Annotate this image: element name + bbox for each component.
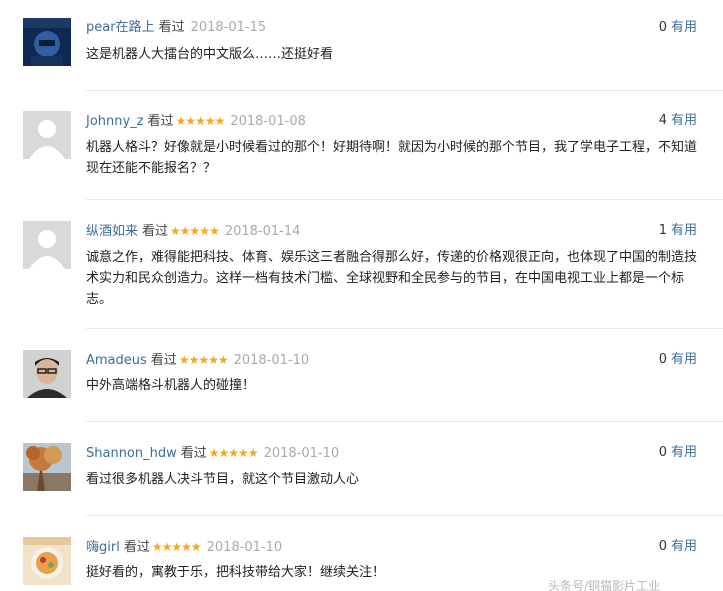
review-meta: Amadeus 看过 ★★★★★ 2018-01-10 [86, 350, 309, 370]
rating-stars: ★★★★★ [151, 540, 202, 554]
useful-button[interactable]: 有用 [671, 352, 697, 367]
useful-vote: 1 有用 [659, 221, 697, 241]
useful-count: 0 [658, 20, 667, 35]
useful-count: 1 [658, 223, 667, 238]
username-link[interactable]: 纵酒如来 [86, 224, 138, 239]
rating-stars: ★★★★★ [170, 224, 220, 238]
useful-vote: 0 有用 [659, 350, 697, 370]
divider [86, 199, 723, 200]
useful-button[interactable]: 有用 [671, 445, 697, 460]
watched-label: 看过 [142, 224, 169, 239]
useful-vote: 4 有用 [659, 111, 697, 131]
review-text: 机器人格斗？好像就是小时候看过的那个！好期待啊！就因为小时候的那个节目，我了学电… [86, 140, 698, 176]
useful-vote: 0 有用 [659, 443, 697, 463]
useful-count: 0 [658, 539, 667, 554]
avatar-image [23, 18, 71, 66]
review-date: 2018-01-10 [233, 353, 310, 368]
default-avatar-icon [23, 111, 71, 159]
watched-label: 看过 [150, 353, 177, 368]
user-avatar[interactable] [23, 443, 71, 491]
review-meta: Shannon_hdw 看过 ★★★★★ 2018-01-10 [86, 443, 339, 463]
divider [86, 421, 723, 422]
rating-stars: ★★★★★ [178, 353, 229, 367]
review-date: 2018-01-10 [263, 446, 340, 461]
review-meta: Johnny_z 看过 ★★★★★ 2018-01-08 [86, 111, 306, 131]
watched-label: 看过 [180, 446, 207, 461]
watched-label: 看过 [158, 20, 185, 35]
review-meta: 嗨girl 看过 ★★★★★ 2018-01-10 [86, 537, 282, 557]
user-avatar[interactable] [23, 221, 71, 269]
user-avatar[interactable] [23, 111, 71, 159]
user-avatar[interactable] [23, 537, 71, 585]
review-date: 2018-01-14 [224, 224, 301, 239]
useful-button[interactable]: 有用 [671, 223, 697, 238]
avatar-image [23, 443, 71, 491]
username-link[interactable]: Amadeus [86, 353, 147, 368]
user-avatar[interactable] [23, 350, 71, 398]
watched-label: 看过 [147, 114, 174, 129]
review-meta: 纵酒如来 看过 ★★★★★ 2018-01-14 [86, 221, 300, 241]
useful-button[interactable]: 有用 [671, 20, 697, 35]
useful-vote: 0 有用 [659, 537, 697, 557]
useful-button[interactable]: 有用 [671, 113, 697, 128]
useful-count: 4 [658, 113, 667, 128]
review-date: 2018-01-15 [190, 20, 267, 35]
default-avatar-icon [23, 221, 71, 269]
username-link[interactable]: pear在路上 [86, 20, 155, 35]
divider [86, 90, 723, 91]
review-date: 2018-01-08 [230, 114, 306, 129]
username-link[interactable]: Johnny_z [86, 114, 144, 129]
review-date: 2018-01-10 [206, 540, 283, 555]
rating-stars: ★★★★★ [175, 114, 226, 128]
divider [86, 328, 723, 329]
username-link[interactable]: Shannon_hdw [86, 446, 177, 461]
useful-count: 0 [658, 352, 667, 367]
user-avatar[interactable] [23, 18, 71, 66]
watched-label: 看过 [123, 540, 150, 555]
avatar-image [23, 350, 71, 398]
divider [86, 515, 723, 516]
review-text: 中外高端格斗机器人的碰撞！ [86, 378, 256, 393]
review-meta: pear在路上 看过 2018-01-15 [86, 18, 266, 38]
review-text: 看过很多机器人决斗节目，就这个节目激动人心 [86, 472, 360, 487]
review-text: 诚意之作，难得能把科技、体育、娱乐这三者融合得那么好，传递的价格观很正向，也体现… [86, 250, 698, 307]
avatar-image [23, 537, 71, 585]
useful-vote: 0 有用 [659, 18, 697, 38]
rating-stars: ★★★★★ [208, 446, 259, 460]
useful-button[interactable]: 有用 [671, 539, 697, 554]
username-link[interactable]: 嗨girl [86, 540, 120, 555]
review-text: 这是机器人大擂台的中文版么……还挺好看 [86, 47, 334, 62]
watermark: 头条号/铜猫影片工业 [548, 579, 661, 591]
useful-count: 0 [658, 445, 667, 460]
